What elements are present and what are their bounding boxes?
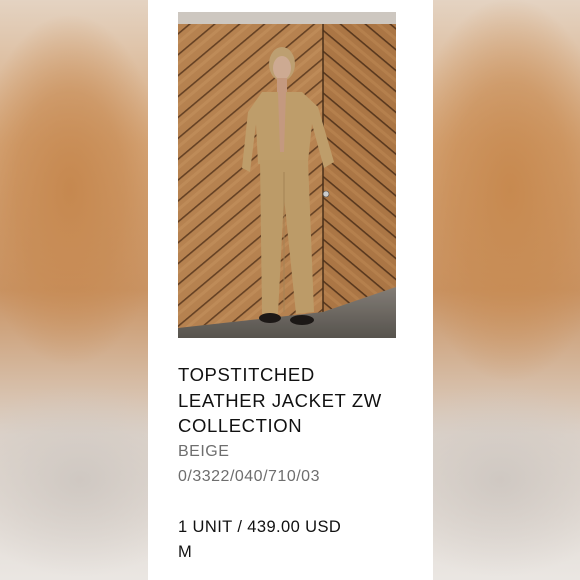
product-color: BEIGE bbox=[178, 442, 230, 460]
product-info: TOPSTITCHED LEATHER JACKET ZW COLLECTION… bbox=[178, 362, 418, 564]
product-title-line: TOPSTITCHED bbox=[178, 364, 315, 385]
product-title-line: COLLECTION bbox=[178, 415, 303, 436]
product-title-line: LEATHER JACKET ZW bbox=[178, 389, 382, 411]
product-photo[interactable] bbox=[178, 12, 396, 338]
product-reference: 0/3322/040/710/03 bbox=[178, 467, 320, 485]
product-size: M bbox=[178, 542, 192, 561]
model-wearing-suede-set-image bbox=[178, 12, 396, 338]
product-card: TOPSTITCHED LEATHER JACKET ZW COLLECTION… bbox=[148, 0, 433, 580]
product-title[interactable]: TOPSTITCHED LEATHER JACKET ZW COLLECTION bbox=[178, 362, 418, 439]
product-price: 1 UNIT / 439.00 USD bbox=[178, 517, 342, 536]
